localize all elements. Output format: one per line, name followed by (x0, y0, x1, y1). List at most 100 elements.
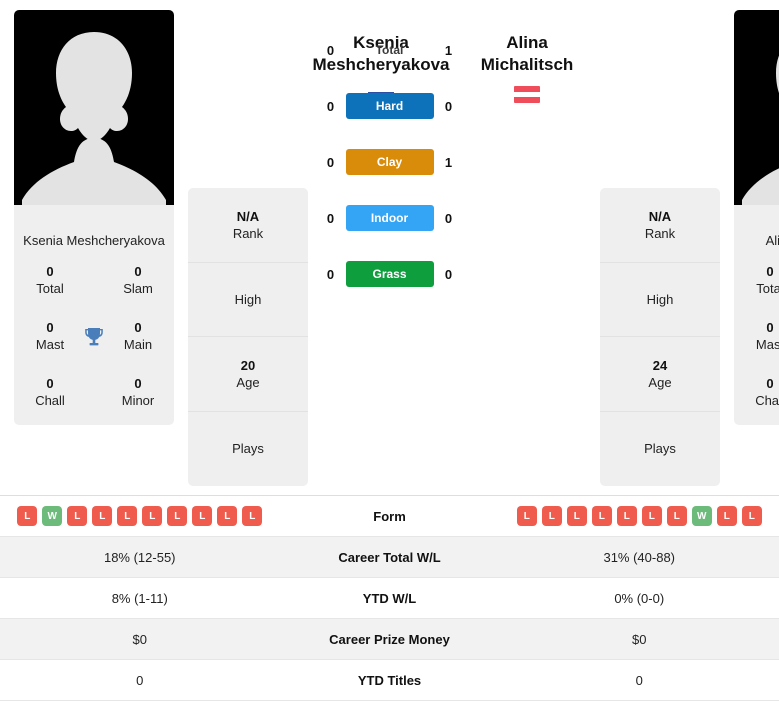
h2h-row-clay: 0 Clay 1 (315, 148, 465, 176)
form-badge-loss[interactable]: L (591, 506, 612, 526)
h2h-right-score: 0 (444, 210, 453, 226)
form-badge-loss[interactable]: L (192, 506, 213, 526)
h2h-surface-list: 0 Total 1 0 Hard 0 0 Clay 1 0 Indoor 0 0 (315, 36, 465, 288)
form-badge-loss[interactable]: L (217, 506, 238, 526)
stat-value-right: $0 (632, 631, 647, 647)
rank-cell-high-right: High (600, 263, 720, 337)
form-badge-loss[interactable]: L (167, 506, 188, 526)
titles-total-right: 0 Total (756, 264, 779, 296)
stats-label-form: Form (373, 508, 406, 524)
player-card-left[interactable]: Ksenia Meshcheryakova 0 Total 0 Slam 0 M… (14, 10, 174, 425)
titles-main-left: 0 Main (123, 320, 153, 352)
form-badge-loss[interactable]: L (117, 506, 138, 526)
form-right: LLLLLLLWLL (500, 506, 779, 526)
stats-row-ytd-wl: 8% (1-11) YTD W/L 0% (0-0) (0, 578, 779, 619)
titles-grid-right: 0 Total 0 Slam 0 Mast (734, 263, 779, 425)
h2h-left-score: 0 (326, 154, 335, 170)
avatar-left (14, 10, 174, 215)
titles-row: 0 Chall 0 Minor (742, 375, 779, 409)
trophy-icon (79, 323, 109, 349)
player-name-left-card: Ksenia Meshcheryakova (23, 233, 165, 248)
form-badge-loss[interactable]: L (92, 506, 113, 526)
player-name-right[interactable]: Alina Michalitsch (454, 32, 600, 103)
player-name-right-card: Alina Michalitsch (765, 233, 779, 248)
stats-label-career-total-wl: Career Total W/L (338, 549, 441, 565)
titles-row: 0 Total 0 Slam (22, 263, 166, 297)
stat-value-right: 31% (40-88) (603, 549, 676, 565)
rank-card-left: N/A Rank High 20 Age Plays (188, 188, 308, 486)
form-badge-loss[interactable]: L (741, 506, 762, 526)
flag-right (514, 86, 540, 103)
stats-row-form: LWLLLLLLLL Form LLLLLLLWLL (0, 496, 779, 537)
surface-pill-grass[interactable]: Grass (345, 261, 434, 287)
form-badge-loss[interactable]: L (566, 506, 587, 526)
h2h-row-grass: 0 Grass 0 (315, 260, 465, 288)
rank-cell-plays-right: Plays (644, 441, 676, 457)
form-badge-loss[interactable]: L (541, 506, 562, 526)
h2h-row-indoor: 0 Indoor 0 (315, 204, 465, 232)
h2h-label-total: Total (375, 43, 404, 57)
form-badge-loss[interactable]: L (616, 506, 637, 526)
stat-value-right: 0 (635, 672, 643, 688)
rank-cell-rank-right: N/A Rank (600, 188, 720, 263)
form-badge-loss[interactable]: L (516, 506, 537, 526)
stat-value-left: 18% (12-55) (103, 549, 176, 565)
form-badge-loss[interactable]: L (716, 506, 737, 526)
rank-cell-age-left: 20 Age (188, 337, 308, 412)
surface-pill-clay[interactable]: Clay (345, 149, 434, 175)
stats-label-ytd-titles: YTD Titles (357, 672, 422, 688)
comparison-stats-table: LWLLLLLLLL Form LLLLLLLWLL 18% (12-55) C… (0, 495, 779, 701)
rank-cell-age-right: 24 Age (600, 337, 720, 412)
stat-value-left: 8% (1-11) (111, 590, 168, 606)
form-badge-loss[interactable]: L (242, 506, 263, 526)
titles-grid-left: 0 Total 0 Slam 0 Mast 0 Main 0 Chall 0 M… (14, 263, 174, 425)
titles-mast-right: 0 Mast (755, 320, 779, 352)
titles-slam-left: 0 Slam (123, 264, 153, 296)
titles-row: 0 Total 0 Slam (742, 263, 779, 297)
h2h-right-score: 1 (444, 154, 453, 170)
avatar-right (734, 10, 779, 215)
stats-label-career-prize-money: Career Prize Money (329, 631, 450, 647)
h2h-left-score: 0 (326, 210, 335, 226)
avatar-base-right (734, 205, 779, 215)
rank-card-right: N/A Rank High 24 Age Plays (600, 188, 720, 486)
titles-row: 0 Mast 0 Main (22, 319, 166, 353)
stats-row-ytd-titles: 0 YTD Titles 0 (0, 660, 779, 701)
form-badge-loss[interactable]: L (666, 506, 687, 526)
player-card-right[interactable]: Alina Michalitsch 0 Total 0 Slam 0 Mast (734, 10, 779, 425)
h2h-right-score: 0 (444, 98, 453, 114)
surface-pill-hard[interactable]: Hard (345, 93, 434, 119)
titles-total-left: 0 Total (36, 264, 64, 296)
form-badge-win[interactable]: W (42, 506, 63, 526)
stat-value-right: 0% (0-0) (614, 590, 665, 606)
form-badge-win[interactable]: W (691, 506, 712, 526)
titles-row: 0 Chall 0 Minor (22, 375, 166, 409)
h2h-right-score: 0 (444, 266, 453, 282)
titles-chall-left: 0 Chall (35, 376, 65, 408)
surface-pill-indoor[interactable]: Indoor (345, 205, 434, 231)
h2h-row-total: 0 Total 1 (315, 36, 465, 64)
titles-row: 0 Mast 0 Main (742, 319, 779, 353)
form-badges-left: LWLLLLLLLL (17, 506, 263, 526)
form-badge-loss[interactable]: L (142, 506, 163, 526)
h2h-right-score: 1 (444, 42, 453, 58)
form-badge-loss[interactable]: L (67, 506, 88, 526)
form-badges-right: LLLLLLLWLL (516, 506, 762, 526)
stat-value-left: $0 (132, 631, 147, 647)
stat-value-left: 0 (136, 672, 144, 688)
rank-cell-high-left: High (188, 263, 308, 337)
form-badge-loss[interactable]: L (17, 506, 38, 526)
avatar-base-left (14, 205, 174, 215)
titles-mast-left: 0 Mast (35, 320, 65, 352)
h2h-left-score: 0 (326, 98, 335, 114)
head-to-head-section: Ksenia Meshcheryakova Alina Michalitsch (308, 10, 600, 287)
stats-row-career-prize-money: $0 Career Prize Money $0 (0, 619, 779, 660)
titles-chall-right: 0 Chall (755, 376, 779, 408)
person-silhouette-icon (742, 56, 779, 215)
person-silhouette-icon (22, 32, 166, 215)
form-badge-loss[interactable]: L (641, 506, 662, 526)
trophy-icon (85, 328, 103, 346)
stats-row-career-total-wl: 18% (12-55) Career Total W/L 31% (40-88) (0, 537, 779, 578)
player-comparison-header: Ksenia Meshcheryakova 0 Total 0 Slam 0 M… (0, 0, 779, 495)
rank-cell-rank-left: N/A Rank (188, 188, 308, 263)
